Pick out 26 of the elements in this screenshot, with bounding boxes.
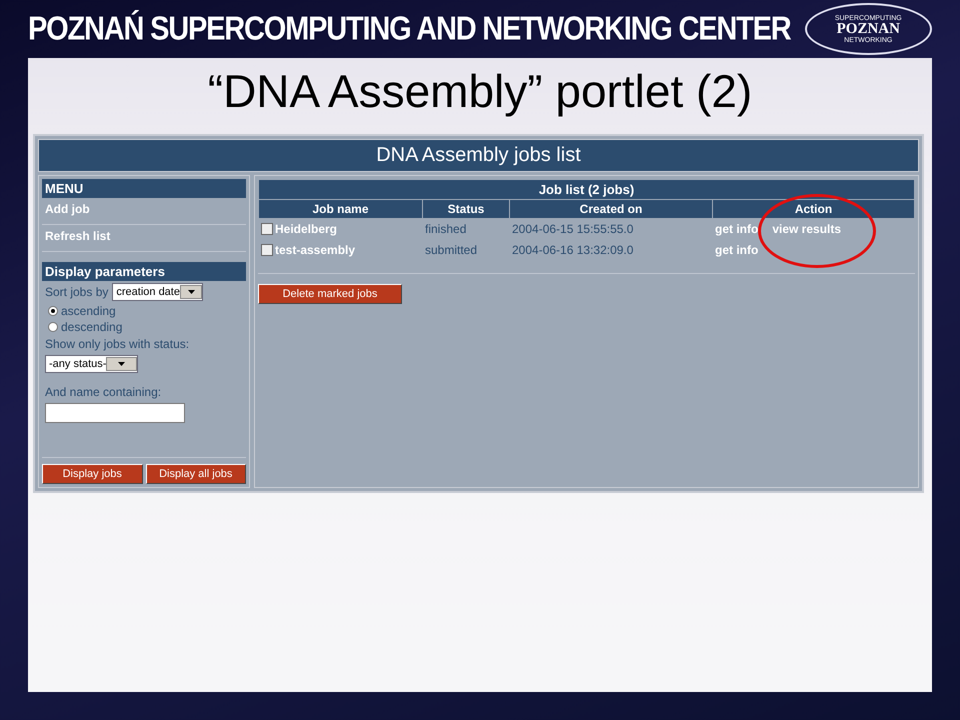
column-header: Created on — [510, 200, 712, 218]
column-header: Action — [713, 200, 914, 218]
portlet-title: DNA Assembly jobs list — [38, 139, 919, 172]
status-dropdown[interactable]: -any status- — [45, 355, 138, 373]
sort-label: Sort jobs by — [45, 285, 108, 299]
column-header: Job name — [259, 200, 422, 218]
display-button[interactable]: Display jobs — [42, 464, 142, 484]
job-name: test-assembly — [275, 243, 356, 257]
slide-title: “DNA Assembly” portlet (2) — [208, 64, 752, 118]
date-cell-text: 2004-06-15 15:55:55.0 — [511, 221, 634, 238]
delete-button[interactable]: Delete marked jobs — [258, 284, 402, 304]
date-cell-text: 2004-06-16 13:32:09.0 — [511, 242, 634, 259]
status-cell-text: finished — [424, 221, 468, 238]
status-label: Show only jobs with status: — [44, 336, 190, 353]
column-header: Status — [423, 200, 509, 218]
section-heading: Display parameters — [42, 262, 246, 281]
status-cell-text: submitted — [424, 242, 478, 259]
name-label: And name containing: — [44, 384, 162, 401]
radio-label: ascending — [61, 304, 116, 318]
job-name: Heidelberg — [275, 222, 338, 236]
organization-name: POZNAŃ SUPERCOMPUTING AND NETWORKING CENTER — [28, 10, 791, 48]
display-button[interactable]: Display all jobs — [146, 464, 246, 484]
sort-dropdown[interactable]: creation date — [112, 283, 204, 301]
job-list-title: Job list (2 jobs) — [259, 180, 914, 199]
menu-heading: MENU — [42, 179, 246, 198]
radio-label: descending — [61, 320, 122, 334]
